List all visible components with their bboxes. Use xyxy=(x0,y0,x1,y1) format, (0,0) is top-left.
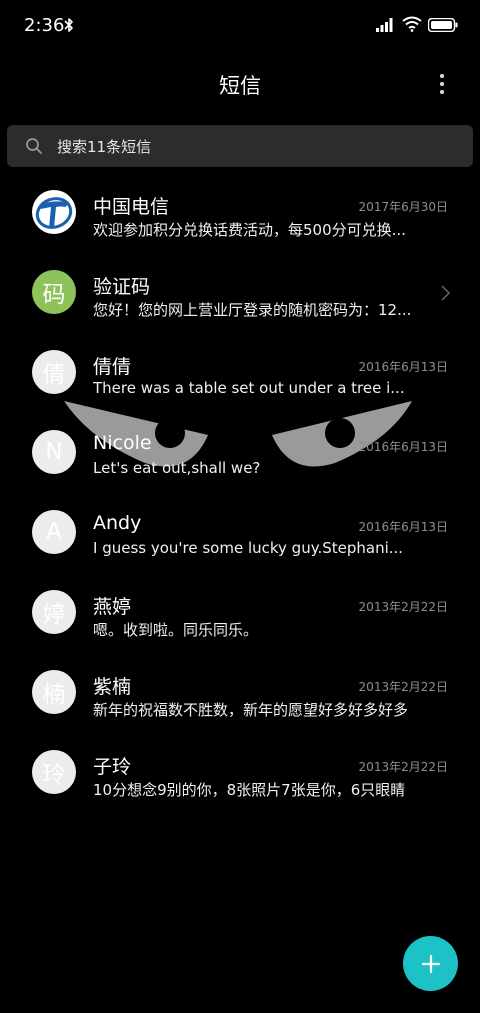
avatar: 倩 xyxy=(32,350,76,394)
message-date: 2013年2月22日 xyxy=(358,600,448,614)
status-bar: 2:36 xyxy=(0,0,480,52)
message-date: 2013年2月22日 xyxy=(358,680,448,694)
avatar: 婷 xyxy=(32,590,76,634)
message-date: 2017年6月30日 xyxy=(358,200,448,214)
wifi-icon xyxy=(402,16,422,32)
conversation-item[interactable]: 玲 子玲 2013年2月22日 10分想念9别的你，8张照片7张是你，6只眼睛 xyxy=(0,726,480,806)
contact-name: 紫楠 xyxy=(93,676,132,698)
avatar: A xyxy=(32,510,76,554)
avatar: 玲 xyxy=(32,750,76,794)
app-bar: 短信 xyxy=(0,60,480,108)
search-icon xyxy=(26,138,42,154)
search-placeholder: 搜索11条短信 xyxy=(57,138,152,156)
message-preview: 嗯。收到啦。同乐同乐。 xyxy=(93,621,259,639)
message-preview: 新年的祝福数不胜数，新年的愿望好多好多好多 xyxy=(93,701,409,719)
message-preview: 您好！您的网上营业厅登录的随机密码为：12... xyxy=(93,301,411,319)
page-title: 短信 xyxy=(219,74,261,98)
bluetooth-icon xyxy=(64,18,73,32)
conversation-item[interactable]: 倩 倩倩 2016年6月13日 There was a table set ou… xyxy=(0,326,480,406)
battery-icon xyxy=(428,18,458,32)
contact-name: 倩倩 xyxy=(93,356,132,378)
contact-name: 验证码 xyxy=(93,276,151,298)
conversation-item[interactable]: 楠 紫楠 2013年2月22日 新年的祝福数不胜数，新年的愿望好多好多好多 xyxy=(0,646,480,726)
avatar: N xyxy=(32,430,76,474)
conversation-item[interactable]: N Nicole 2016年6月13日 Let's eat out,shall … xyxy=(0,406,480,486)
status-time: 2:36 xyxy=(24,15,65,36)
message-date: 2016年6月13日 xyxy=(358,440,448,454)
message-preview: I guess you're some lucky guy.Stephani..… xyxy=(93,539,404,557)
contact-name: 燕婷 xyxy=(93,596,132,618)
avatar: 码 xyxy=(32,270,76,314)
signal-icon xyxy=(376,18,393,32)
message-preview: 10分想念9别的你，8张照片7张是你，6只眼睛 xyxy=(93,781,406,799)
avatar: 楠 xyxy=(32,670,76,714)
conversation-item[interactable]: A Andy 2016年6月13日 I guess you're some lu… xyxy=(0,486,480,566)
contact-name: Andy xyxy=(93,512,142,534)
message-preview: There was a table set out under a tree i… xyxy=(93,379,405,397)
contact-name: 中国电信 xyxy=(93,196,170,218)
message-date: 2016年6月13日 xyxy=(358,360,448,374)
search-input[interactable]: 搜索11条短信 xyxy=(7,125,473,167)
new-message-button[interactable] xyxy=(403,936,458,991)
plus-icon xyxy=(421,954,440,973)
contact-name: Nicole xyxy=(93,432,152,454)
chevron-right-icon xyxy=(441,285,450,301)
conversation-item[interactable]: 中国电信 2017年6月30日 欢迎参加积分兑换话费活动，每500分可兑换... xyxy=(0,166,480,246)
conversation-item[interactable]: 码 验证码 您好！您的网上营业厅登录的随机密码为：12... xyxy=(0,246,480,326)
conversation-item[interactable]: 婷 燕婷 2013年2月22日 嗯。收到啦。同乐同乐。 xyxy=(0,566,480,646)
avatar xyxy=(32,190,76,234)
contact-name: 子玲 xyxy=(93,756,132,778)
message-date: 2013年2月22日 xyxy=(358,760,448,774)
message-preview: Let's eat out,shall we? xyxy=(93,459,261,477)
message-preview: 欢迎参加积分兑换话费活动，每500分可兑换... xyxy=(93,221,406,239)
conversation-list: 中国电信 2017年6月30日 欢迎参加积分兑换话费活动，每500分可兑换...… xyxy=(0,166,480,806)
china-telecom-logo xyxy=(33,191,75,233)
more-vertical-icon[interactable] xyxy=(432,72,452,96)
message-date: 2016年6月13日 xyxy=(358,520,448,534)
